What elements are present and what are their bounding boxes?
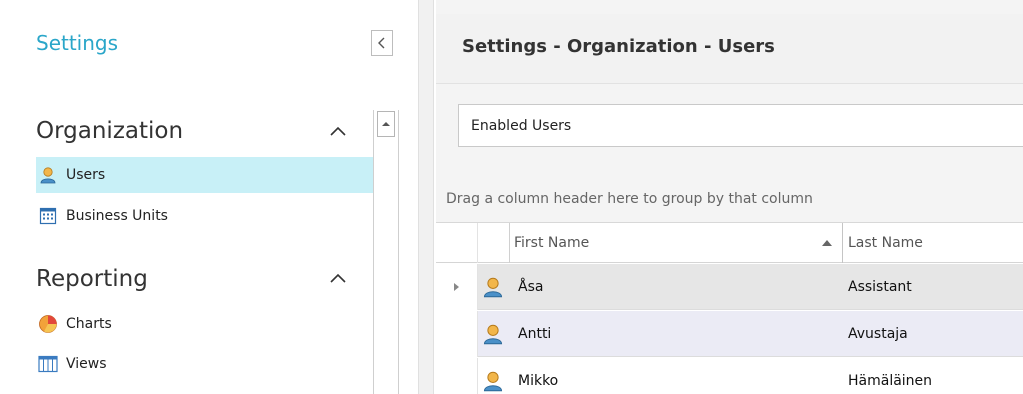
sidebar-item-charts[interactable]: Charts <box>36 306 373 342</box>
cell-last-name: Avustaja <box>848 326 908 342</box>
sidebar-item-label: Users <box>66 167 106 183</box>
table-row[interactable]: Mikko Hämäläinen <box>436 358 1023 394</box>
cell-first-name: Antti <box>518 326 552 342</box>
group-header-reporting[interactable]: Reporting <box>36 266 148 292</box>
table-row[interactable]: Åsa Assistant <box>436 264 1023 310</box>
collapse-sidebar-button[interactable] <box>371 30 393 56</box>
user-icon <box>483 277 503 298</box>
triangle-right-icon <box>454 283 459 291</box>
row-indicator <box>436 358 478 394</box>
user-icon <box>38 165 58 185</box>
column-header-last-name[interactable]: Last Name <box>844 223 1023 263</box>
sidebar-item-views[interactable]: Views <box>36 346 373 382</box>
pane-splitter[interactable] <box>418 0 434 394</box>
sidebar-item-label: Views <box>66 356 107 372</box>
triangle-up-icon <box>382 122 390 126</box>
grid-header: First Name Last Name <box>436 223 1023 263</box>
chevron-left-icon <box>378 37 385 49</box>
view-selector[interactable]: Enabled Users <box>458 104 1023 147</box>
cell-first-name: Åsa <box>518 279 544 295</box>
column-header-label: Last Name <box>848 235 923 251</box>
building-icon <box>38 206 58 226</box>
page-title: Settings - Organization - Users <box>462 36 775 57</box>
group-header-organization[interactable]: Organization <box>36 118 183 144</box>
column-header-label: First Name <box>514 235 590 251</box>
pie-chart-icon <box>38 314 58 334</box>
row-indicator-header <box>436 223 478 263</box>
row-indicator <box>436 311 478 357</box>
user-icon <box>483 371 503 392</box>
settings-sidebar: Settings Organization Users Business Uni… <box>0 0 418 394</box>
chevron-up-icon[interactable] <box>330 273 346 283</box>
sidebar-scrollbar[interactable] <box>373 110 399 394</box>
sidebar-item-label: Charts <box>66 316 112 332</box>
sidebar-title: Settings <box>36 31 119 55</box>
column-header-first-name[interactable]: First Name <box>510 223 843 263</box>
icon-column-header <box>478 223 510 263</box>
cell-last-name: Assistant <box>848 279 912 295</box>
sidebar-item-label: Business Units <box>66 208 168 224</box>
row-indicator <box>436 264 478 310</box>
cell-last-name: Hämäläinen <box>848 373 933 389</box>
table-view-icon <box>38 354 58 374</box>
sidebar-item-business-units[interactable]: Business Units <box>36 198 373 234</box>
group-by-panel[interactable]: Drag a column header here to group by th… <box>436 176 1023 222</box>
chevron-up-icon[interactable] <box>330 126 346 136</box>
sidebar-item-users[interactable]: Users <box>36 157 373 193</box>
page-header: Settings - Organization - Users <box>436 14 1023 84</box>
main-content: Settings - Organization - Users Enabled … <box>436 0 1023 394</box>
sort-ascending-icon <box>822 240 832 246</box>
table-row[interactable]: Antti Avustaja <box>436 311 1023 357</box>
cell-first-name: Mikko <box>518 373 559 389</box>
users-grid: First Name Last Name Åsa Assistant Antti… <box>436 222 1023 394</box>
scroll-up-button[interactable] <box>377 111 395 137</box>
user-icon <box>483 324 503 345</box>
